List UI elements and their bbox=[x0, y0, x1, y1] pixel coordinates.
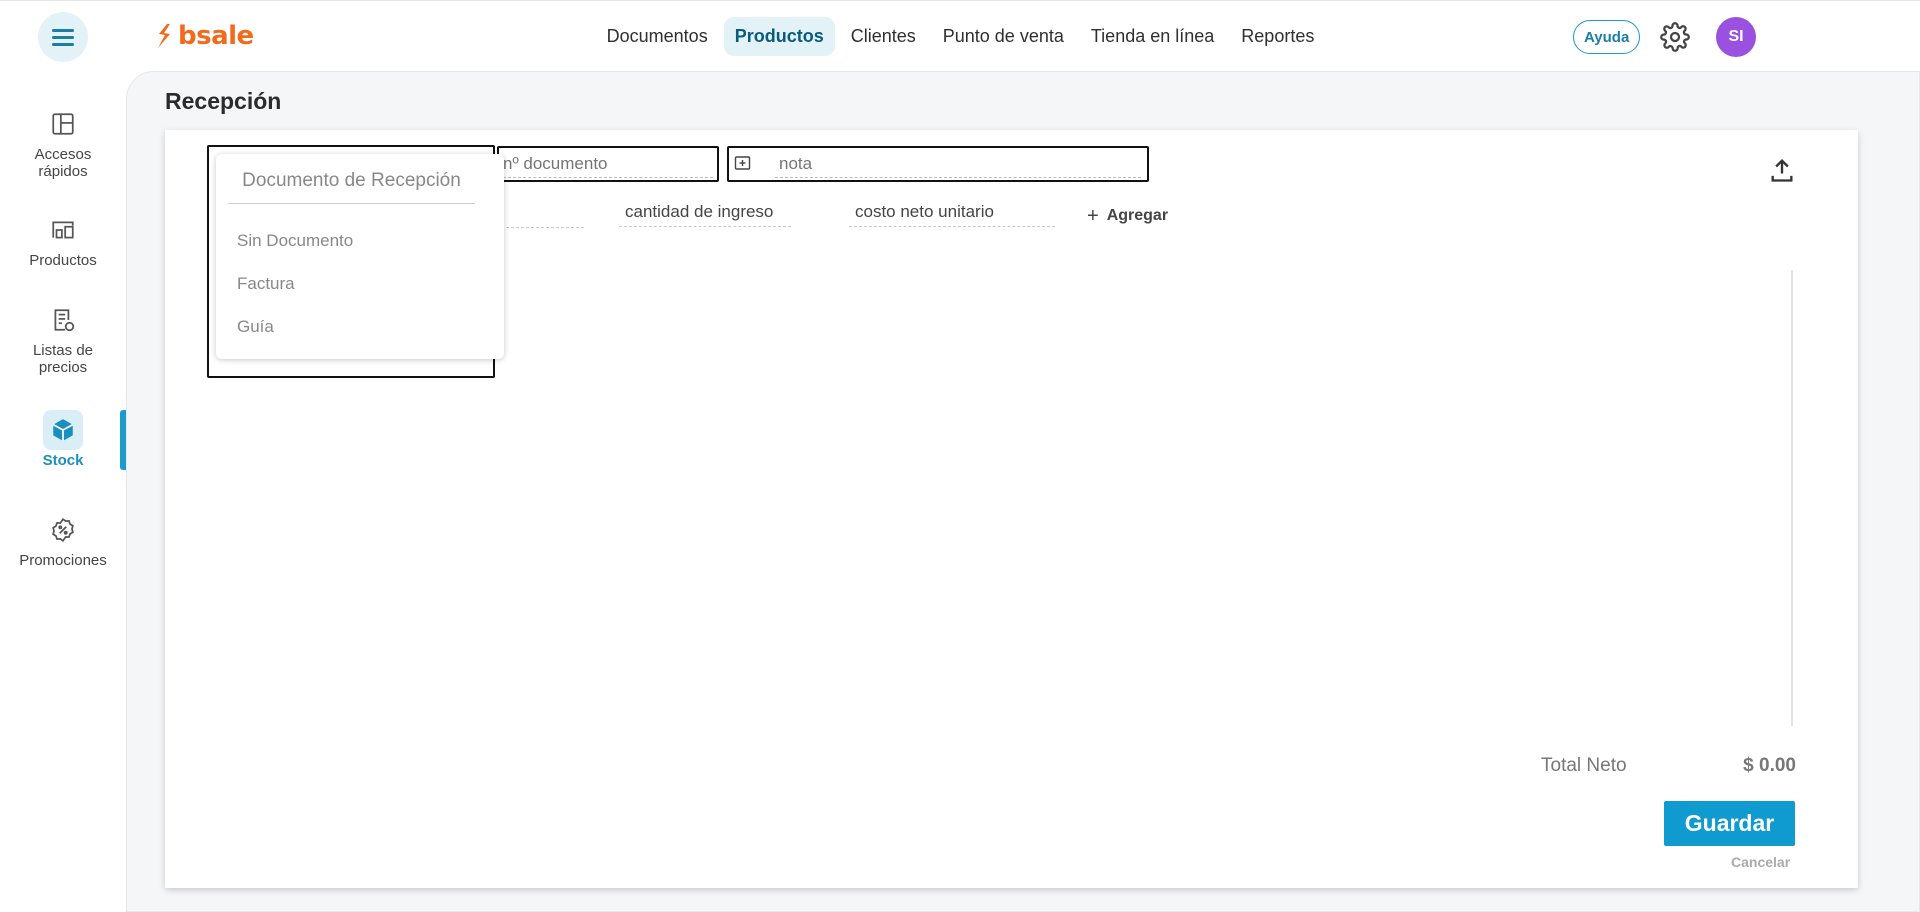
nav-tienda-en-linea[interactable]: Tienda en línea bbox=[1080, 17, 1225, 56]
doc-number-underline bbox=[503, 177, 713, 178]
quantity-input[interactable]: cantidad de ingreso bbox=[619, 202, 791, 227]
dropdown-option-sin-documento[interactable]: Sin Documento bbox=[237, 231, 353, 251]
hamburger-icon bbox=[52, 29, 74, 46]
total-neto-value: $ 0.00 bbox=[1743, 755, 1796, 776]
sidebar-item-label: Accesos rápidos bbox=[34, 146, 92, 180]
note-underline bbox=[775, 177, 1141, 178]
price-list-icon bbox=[43, 300, 83, 340]
nav-punto-de-venta[interactable]: Punto de venta bbox=[932, 17, 1075, 56]
gear-icon[interactable] bbox=[1660, 22, 1690, 52]
dropdown-header: Documento de Recepción bbox=[228, 170, 475, 204]
user-avatar[interactable]: SI bbox=[1716, 17, 1756, 57]
unit-cost-input[interactable]: costo neto unitario bbox=[849, 202, 1055, 227]
sidebar-item-label: Productos bbox=[29, 252, 97, 269]
sidebar-item-stock[interactable]: Stock bbox=[0, 410, 126, 469]
logo[interactable]: bsale bbox=[154, 21, 254, 51]
menu-button[interactable] bbox=[38, 12, 88, 62]
nav-productos[interactable]: Productos bbox=[723, 17, 835, 56]
sidebar: Accesos rápidos Productos Listas de prec… bbox=[0, 72, 126, 912]
sidebar-item-accesos-rapidos[interactable]: Accesos rápidos bbox=[0, 104, 126, 180]
table-scroll-divider bbox=[1791, 270, 1793, 726]
doc-type-dropdown[interactable]: Documento de Recepción Sin Documento Fac… bbox=[216, 154, 504, 359]
page-title: Recepción bbox=[165, 88, 282, 114]
sidebar-item-promociones[interactable]: Promociones bbox=[0, 510, 126, 569]
sidebar-item-listas-de-precios[interactable]: Listas de precios bbox=[0, 300, 126, 376]
note-field[interactable] bbox=[727, 146, 1149, 182]
products-icon bbox=[43, 210, 83, 250]
sidebar-item-label: Listas de precios bbox=[32, 342, 94, 376]
layout-icon bbox=[43, 104, 83, 144]
cancel-link[interactable]: Cancelar bbox=[1731, 854, 1790, 870]
dropdown-option-guia[interactable]: Guía bbox=[237, 317, 274, 337]
upload-icon[interactable] bbox=[1768, 156, 1796, 184]
doc-number-field[interactable] bbox=[497, 146, 719, 182]
total-neto-label: Total Neto bbox=[1541, 755, 1627, 776]
dropdown-option-factura[interactable]: Factura bbox=[237, 274, 295, 294]
help-button[interactable]: Ayuda bbox=[1573, 20, 1641, 54]
nav-documentos[interactable]: Documentos bbox=[596, 17, 719, 56]
nav-clientes[interactable]: Clientes bbox=[840, 17, 927, 56]
product-search-input[interactable] bbox=[496, 202, 584, 228]
save-button[interactable]: Guardar bbox=[1664, 801, 1795, 846]
sidebar-item-label: Promociones bbox=[19, 552, 107, 569]
discount-icon bbox=[43, 510, 83, 550]
add-note-icon bbox=[734, 156, 751, 170]
bsale-logo-icon bbox=[158, 24, 170, 48]
plus-icon: + bbox=[1087, 205, 1099, 227]
top-bar: bsale Documentos Productos Clientes Punt… bbox=[0, 0, 1920, 72]
add-button-label: Agregar bbox=[1106, 207, 1169, 224]
sidebar-item-label: Stock bbox=[42, 452, 84, 469]
sidebar-item-productos[interactable]: Productos bbox=[0, 210, 126, 269]
nav-reportes[interactable]: Reportes bbox=[1230, 17, 1325, 56]
box-icon bbox=[43, 410, 83, 450]
add-button[interactable]: + Agregar bbox=[1087, 205, 1169, 227]
logo-text: bsale bbox=[178, 21, 254, 51]
